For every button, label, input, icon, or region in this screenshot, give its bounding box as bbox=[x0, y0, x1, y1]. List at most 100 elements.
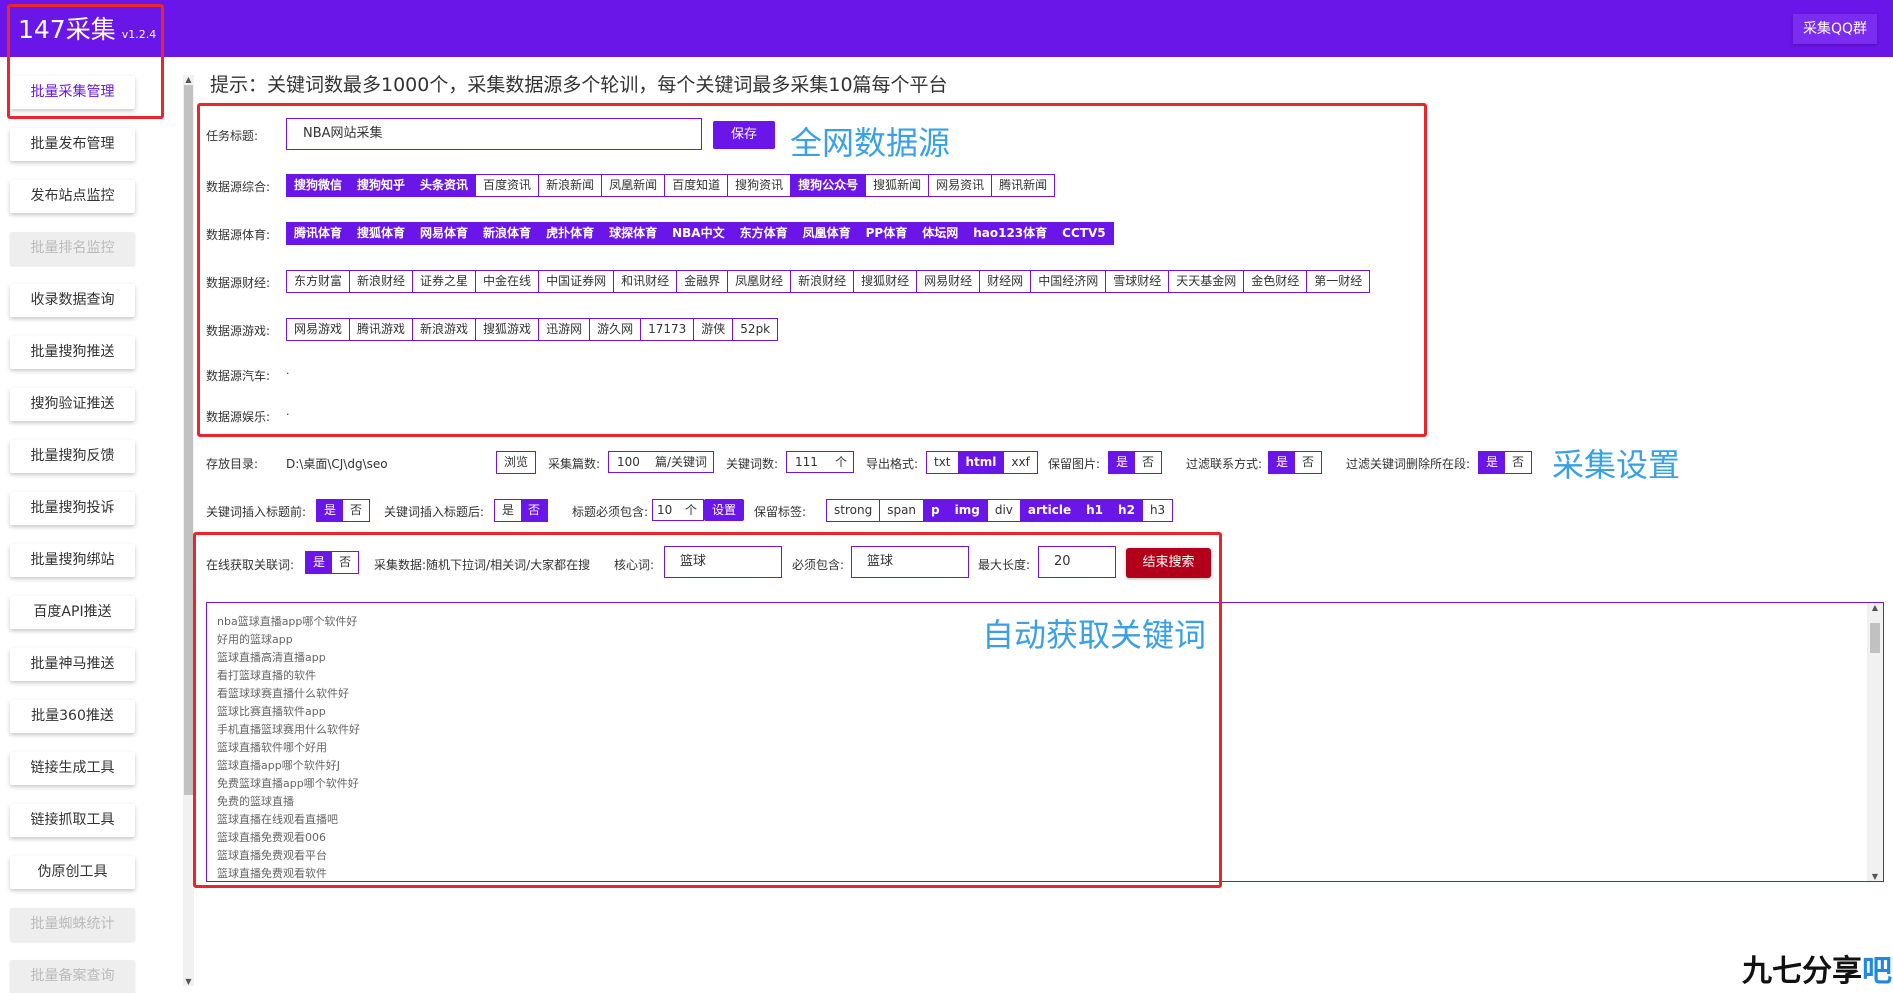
stop-search-button[interactable]: 结束搜索 bbox=[1126, 548, 1211, 578]
filter-contact-no[interactable]: 否 bbox=[1295, 452, 1321, 473]
keyword-count-field[interactable]: 111 个 bbox=[786, 451, 854, 473]
option-chip[interactable]: 头条资讯 bbox=[413, 175, 477, 196]
sidebar-item[interactable]: 伪原创工具 bbox=[10, 856, 135, 889]
option-chip[interactable]: 新浪游戏 bbox=[413, 319, 477, 340]
option-chip[interactable]: 凤凰体育 bbox=[795, 223, 859, 244]
must-contain-field[interactable]: 10 个 bbox=[652, 499, 704, 521]
filter-keyword-no[interactable]: 否 bbox=[1505, 452, 1531, 473]
option-chip[interactable]: 和讯财经 bbox=[614, 271, 678, 292]
option-chip[interactable]: 搜狐财经 bbox=[854, 271, 918, 292]
textarea-scrollbar[interactable]: ▲ ▼ bbox=[1867, 603, 1883, 881]
save-button[interactable]: 保存 bbox=[713, 121, 775, 149]
option-chip[interactable]: strong bbox=[827, 500, 881, 521]
option-chip[interactable]: 虎扑体育 bbox=[539, 223, 603, 244]
option-chip[interactable]: 中国经济网 bbox=[1031, 271, 1107, 292]
option-chip[interactable]: 新浪财经 bbox=[350, 271, 414, 292]
online-keyword-no[interactable]: 否 bbox=[332, 552, 358, 573]
sidebar-item[interactable]: 发布站点监控 bbox=[10, 180, 135, 213]
set-button[interactable]: 设置 bbox=[704, 499, 744, 521]
keep-image-yes[interactable]: 是 bbox=[1109, 452, 1135, 473]
option-chip[interactable]: 新浪体育 bbox=[476, 223, 540, 244]
sidebar-item[interactable]: 百度API推送 bbox=[10, 596, 135, 629]
option-chip[interactable]: 凤凰新闻 bbox=[602, 175, 666, 196]
option-chip[interactable]: 搜狗微信 bbox=[287, 175, 351, 196]
sidebar-item[interactable]: 搜狗验证推送 bbox=[10, 388, 135, 421]
option-chip[interactable]: 搜狐体育 bbox=[350, 223, 414, 244]
sidebar-item[interactable]: 批量搜狗推送 bbox=[10, 336, 135, 369]
core-word-input[interactable]: 篮球 bbox=[664, 546, 782, 578]
option-chip[interactable]: 金融界 bbox=[677, 271, 729, 292]
option-chip[interactable]: PP体育 bbox=[858, 223, 916, 244]
option-chip[interactable]: CCTV5 bbox=[1055, 223, 1113, 244]
online-keyword-yes[interactable]: 是 bbox=[306, 552, 332, 573]
option-chip[interactable]: 腾讯体育 bbox=[287, 223, 351, 244]
option-chip[interactable]: 证券之星 bbox=[413, 271, 477, 292]
option-chip[interactable]: 搜狐新闻 bbox=[866, 175, 930, 196]
option-chip[interactable]: 体坛网 bbox=[915, 223, 967, 244]
option-chip[interactable]: 网易体育 bbox=[413, 223, 477, 244]
option-chip[interactable]: 中金在线 bbox=[476, 271, 540, 292]
option-chip[interactable]: article bbox=[1020, 500, 1080, 521]
textarea-scroll-down-icon[interactable]: ▼ bbox=[1867, 872, 1883, 881]
insert-after-no[interactable]: 否 bbox=[521, 500, 547, 521]
option-chip[interactable]: 网易财经 bbox=[917, 271, 981, 292]
option-chip[interactable]: 17173 bbox=[641, 319, 695, 340]
option-chip[interactable]: 凤凰财经 bbox=[728, 271, 792, 292]
option-chip[interactable]: html bbox=[958, 452, 1005, 473]
sidebar-scrollbar[interactable]: ▲ ▼ bbox=[183, 75, 194, 986]
option-chip[interactable]: 雪球财经 bbox=[1106, 271, 1170, 292]
insert-before-yes[interactable]: 是 bbox=[317, 500, 343, 521]
filter-contact-yes[interactable]: 是 bbox=[1269, 452, 1295, 473]
option-chip[interactable]: h2 bbox=[1111, 500, 1143, 521]
sidebar-item[interactable]: 批量360推送 bbox=[10, 700, 135, 733]
option-chip[interactable]: 网易游戏 bbox=[287, 319, 351, 340]
sidebar-item[interactable]: 链接抓取工具 bbox=[10, 804, 135, 837]
sidebar-item[interactable]: 收录数据查询 bbox=[10, 284, 135, 317]
option-chip[interactable]: 网易资讯 bbox=[929, 175, 993, 196]
option-chip[interactable]: 搜狐游戏 bbox=[476, 319, 540, 340]
option-chip[interactable]: 迅游网 bbox=[539, 319, 591, 340]
sidebar-item[interactable]: 批量搜狗投诉 bbox=[10, 492, 135, 525]
collect-count-field[interactable]: 100 篇/关键词 bbox=[608, 451, 714, 473]
option-chip[interactable]: 东方体育 bbox=[732, 223, 796, 244]
sidebar-scroll-thumb[interactable] bbox=[184, 85, 193, 795]
option-chip[interactable]: 游久网 bbox=[590, 319, 642, 340]
filter-keyword-yes[interactable]: 是 bbox=[1479, 452, 1505, 473]
option-chip[interactable]: txt bbox=[927, 452, 959, 473]
textarea-scroll-thumb[interactable] bbox=[1870, 623, 1880, 653]
insert-before-no[interactable]: 否 bbox=[343, 500, 369, 521]
option-chip[interactable]: 球探体育 bbox=[602, 223, 666, 244]
qq-group-button[interactable]: 采集QQ群 bbox=[1792, 14, 1877, 44]
option-chip[interactable]: div bbox=[987, 500, 1021, 521]
option-chip[interactable]: 新浪财经 bbox=[791, 271, 855, 292]
option-chip[interactable]: hao123体育 bbox=[966, 223, 1056, 244]
keep-image-no[interactable]: 否 bbox=[1135, 452, 1161, 473]
option-chip[interactable]: h3 bbox=[1142, 500, 1173, 521]
task-title-input[interactable]: NBA网站采集 bbox=[286, 118, 702, 150]
option-chip[interactable]: 腾讯游戏 bbox=[350, 319, 414, 340]
max-length-input[interactable]: 20 bbox=[1038, 546, 1116, 578]
option-chip[interactable]: 财经网 bbox=[980, 271, 1032, 292]
sidebar-item[interactable]: 链接生成工具 bbox=[10, 752, 135, 785]
scroll-up-arrow-icon[interactable]: ▲ bbox=[183, 75, 194, 84]
browse-button[interactable]: 浏览 bbox=[497, 452, 536, 473]
sidebar-item[interactable]: 批量神马推送 bbox=[10, 648, 135, 681]
option-chip[interactable]: 中国证券网 bbox=[539, 271, 615, 292]
option-chip[interactable]: 新浪新闻 bbox=[539, 175, 603, 196]
option-chip[interactable]: 52pk bbox=[733, 319, 778, 340]
option-chip[interactable]: xxf bbox=[1004, 452, 1037, 473]
option-chip[interactable]: 第一财经 bbox=[1307, 271, 1370, 292]
scroll-down-arrow-icon[interactable]: ▼ bbox=[183, 977, 194, 986]
option-chip[interactable]: 游侠 bbox=[694, 319, 734, 340]
option-chip[interactable]: 搜狗资讯 bbox=[728, 175, 792, 196]
option-chip[interactable]: span bbox=[880, 500, 925, 521]
option-chip[interactable]: 搜狗公众号 bbox=[791, 175, 867, 196]
option-chip[interactable]: h1 bbox=[1079, 500, 1112, 521]
insert-after-yes[interactable]: 是 bbox=[495, 500, 521, 521]
option-chip[interactable]: 东方财富 bbox=[287, 271, 351, 292]
option-chip[interactable]: 金色财经 bbox=[1244, 271, 1308, 292]
option-chip[interactable]: 百度知道 bbox=[665, 175, 729, 196]
option-chip[interactable]: img bbox=[947, 500, 988, 521]
sidebar-item[interactable]: 批量搜狗绑站 bbox=[10, 544, 135, 577]
option-chip[interactable]: 腾讯新闻 bbox=[992, 175, 1055, 196]
